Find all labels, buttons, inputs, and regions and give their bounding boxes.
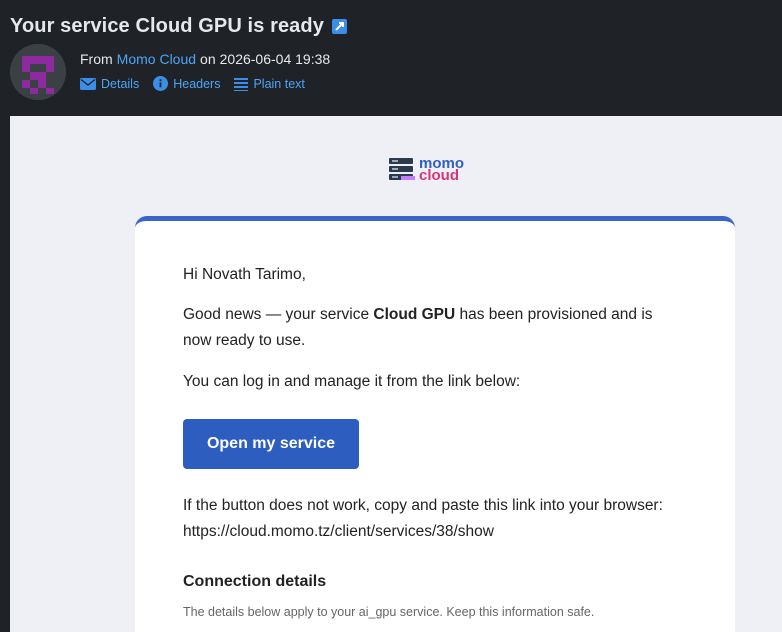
paragraph-3: If the button does not work, copy and pa… <box>183 497 663 514</box>
message-header: Your service Cloud GPU is ready From Mom… <box>0 0 782 116</box>
greeting: Hi Novath Tarimo, <box>183 266 306 283</box>
open-external-icon[interactable] <box>331 18 347 34</box>
plain-text-label: Plain text <box>253 76 305 91</box>
paragraph-2: You can log in and manage it from the li… <box>183 373 521 390</box>
server-stack-icon <box>389 158 415 180</box>
from-prefix: From <box>80 51 113 67</box>
brand-logo: momo cloud <box>389 156 464 184</box>
email-card: Hi Novath Tarimo, Good news — your servi… <box>135 216 735 632</box>
details-button[interactable]: Details <box>80 76 139 91</box>
service-url[interactable]: https://cloud.momo.tz/client/services/38… <box>183 519 494 545</box>
message-body-viewer: momo cloud Hi Novath Tarimo, Good news —… <box>10 116 782 632</box>
section-title: Connection details <box>183 573 327 590</box>
paragraph-1-line-2: now ready to use. <box>183 332 306 349</box>
envelope-icon <box>80 77 96 90</box>
sender-avatar <box>10 44 66 100</box>
paragraph-1-line-1: Good news — your service Cloud GPU has b… <box>183 302 653 328</box>
subject-row: Your service Cloud GPU is ready <box>10 12 347 40</box>
message-date: 2026-06-04 19:38 <box>219 51 331 67</box>
date-prefix: on <box>200 51 216 67</box>
plain-text-button[interactable]: Plain text <box>234 76 305 91</box>
message-subject: Your service Cloud GPU is ready <box>10 14 324 37</box>
logo-wordmark: momo cloud <box>419 156 464 184</box>
details-label: Details <box>101 76 140 91</box>
logo-line-2: cloud <box>419 167 459 184</box>
open-service-button[interactable]: Open my service <box>183 419 359 469</box>
headers-label: Headers <box>173 76 221 91</box>
header-actions: Details Headers Plain text <box>80 76 305 91</box>
info-icon <box>153 76 169 91</box>
sender-link[interactable]: Momo Cloud <box>117 51 196 67</box>
from-line: From Momo Cloud on 2026-06-04 19:38 <box>80 51 330 67</box>
p1-text-b: has been provisioned and is <box>455 306 653 323</box>
service-name: Cloud GPU <box>373 306 456 323</box>
p1-text-a: Good news — your service <box>183 306 374 323</box>
headers-button[interactable]: Headers <box>153 76 220 91</box>
lines-icon <box>234 77 249 91</box>
section-note: The details below apply to your ai_gpu s… <box>183 605 595 619</box>
